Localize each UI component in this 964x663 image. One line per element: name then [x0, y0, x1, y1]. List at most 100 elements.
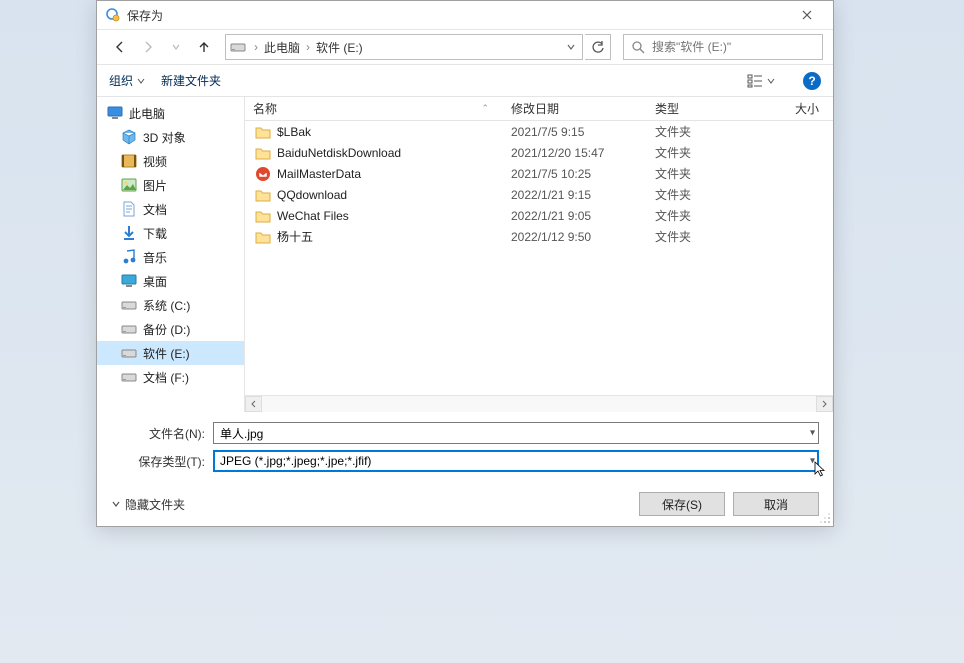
- filetype-select[interactable]: [213, 450, 819, 472]
- breadcrumb-segment[interactable]: 软件 (E:): [314, 39, 365, 56]
- tree-item-label: 文档: [143, 201, 167, 218]
- hide-folders-toggle[interactable]: 隐藏文件夹: [111, 496, 185, 513]
- address-dropdown-icon[interactable]: [562, 42, 580, 52]
- view-list-icon: [747, 74, 765, 88]
- drive-icon: [121, 345, 137, 361]
- mail-folder-icon: [255, 166, 271, 182]
- app-icon: [105, 7, 121, 23]
- forward-button[interactable]: [135, 34, 161, 60]
- search-input[interactable]: [652, 40, 816, 54]
- tree-item-label: 此电脑: [129, 105, 165, 122]
- file-name: MailMasterData: [277, 167, 503, 181]
- file-row[interactable]: 杨十五2022/1/12 9:50文件夹: [245, 226, 833, 247]
- file-type: 文件夹: [647, 186, 751, 203]
- tree-item-label: 文档 (F:): [143, 369, 189, 386]
- file-name: QQdownload: [277, 188, 503, 202]
- file-row[interactable]: BaiduNetdiskDownload2021/12/20 15:47文件夹: [245, 142, 833, 163]
- filetype-label: 保存类型(T):: [111, 453, 205, 470]
- refresh-button[interactable]: [585, 34, 611, 60]
- file-date: 2021/7/5 10:25: [503, 167, 647, 181]
- tree-item[interactable]: 系统 (C:): [97, 293, 244, 317]
- chevron-down-icon: [767, 77, 775, 85]
- file-name: BaiduNetdiskDownload: [277, 146, 503, 160]
- tree-item[interactable]: 文档 (F:): [97, 365, 244, 389]
- column-header-size[interactable]: 大小: [751, 100, 833, 117]
- file-row[interactable]: QQdownload2022/1/21 9:15文件夹: [245, 184, 833, 205]
- folder-icon: [255, 188, 271, 202]
- file-row[interactable]: WeChat Files2022/1/21 9:05文件夹: [245, 205, 833, 226]
- file-date: 2022/1/21 9:15: [503, 188, 647, 202]
- column-header-type[interactable]: 类型: [647, 100, 751, 117]
- tree-item[interactable]: 音乐: [97, 245, 244, 269]
- file-date: 2021/12/20 15:47: [503, 146, 647, 160]
- folder-icon: [255, 125, 271, 139]
- column-header-name[interactable]: 名称 ⌃: [245, 100, 503, 117]
- tree-item-label: 3D 对象: [143, 129, 186, 146]
- view-mode-button[interactable]: [747, 74, 775, 88]
- file-date: 2022/1/21 9:05: [503, 209, 647, 223]
- tree-item[interactable]: 软件 (E:): [97, 341, 244, 365]
- close-button[interactable]: [784, 3, 829, 27]
- new-folder-label: 新建文件夹: [161, 72, 221, 89]
- folder-icon: [255, 209, 271, 223]
- file-list: 名称 ⌃ 修改日期 类型 大小 $LBak2021/7/5 9:15文件夹Bai…: [245, 97, 833, 412]
- search-box[interactable]: [623, 34, 823, 60]
- file-name: $LBak: [277, 125, 503, 139]
- file-row[interactable]: $LBak2021/7/5 9:15文件夹: [245, 121, 833, 142]
- chevron-right-icon: ›: [252, 40, 260, 54]
- resize-grip-icon[interactable]: [819, 512, 831, 524]
- column-headers[interactable]: 名称 ⌃ 修改日期 类型 大小: [245, 97, 833, 121]
- file-row[interactable]: MailMasterData2021/7/5 10:25文件夹: [245, 163, 833, 184]
- help-button[interactable]: ?: [803, 72, 821, 90]
- drive-icon: [121, 297, 137, 313]
- tree-root-this-pc[interactable]: 此电脑: [97, 101, 244, 125]
- chevron-down-icon: [111, 499, 121, 509]
- file-list-body[interactable]: $LBak2021/7/5 9:15文件夹BaiduNetdiskDownloa…: [245, 121, 833, 395]
- navigation-bar: › 此电脑 › 软件 (E:): [97, 29, 833, 65]
- column-header-date[interactable]: 修改日期: [503, 100, 647, 117]
- hide-folders-label: 隐藏文件夹: [125, 496, 185, 513]
- tree-item-label: 视频: [143, 153, 167, 170]
- tree-item-label: 软件 (E:): [143, 345, 190, 362]
- tree-item-label: 系统 (C:): [143, 297, 190, 314]
- scroll-right-button[interactable]: [816, 396, 833, 412]
- breadcrumb-segment[interactable]: 此电脑: [262, 39, 302, 56]
- scroll-left-button[interactable]: [245, 396, 262, 412]
- recent-dropdown[interactable]: [163, 34, 189, 60]
- pc-icon: [107, 105, 123, 121]
- new-folder-button[interactable]: 新建文件夹: [161, 72, 221, 89]
- tree-item[interactable]: 下载: [97, 221, 244, 245]
- organize-menu[interactable]: 组织: [109, 72, 145, 89]
- address-bar[interactable]: › 此电脑 › 软件 (E:): [225, 34, 583, 60]
- filename-label: 文件名(N):: [111, 425, 205, 442]
- file-type: 文件夹: [647, 123, 751, 140]
- up-button[interactable]: [191, 34, 217, 60]
- save-button[interactable]: 保存(S): [639, 492, 725, 516]
- tree-item[interactable]: 视频: [97, 149, 244, 173]
- file-type: 文件夹: [647, 228, 751, 245]
- tree-item[interactable]: 备份 (D:): [97, 317, 244, 341]
- file-date: 2022/1/12 9:50: [503, 230, 647, 244]
- file-type: 文件夹: [647, 144, 751, 161]
- filename-input[interactable]: [213, 422, 819, 444]
- file-name: WeChat Files: [277, 209, 503, 223]
- picture-icon: [121, 177, 137, 193]
- back-button[interactable]: [107, 34, 133, 60]
- download-icon: [121, 225, 137, 241]
- sort-indicator-icon: ⌃: [481, 103, 489, 114]
- titlebar: 保存为: [97, 1, 833, 29]
- file-type: 文件夹: [647, 165, 751, 182]
- tree-item[interactable]: 图片: [97, 173, 244, 197]
- horizontal-scrollbar[interactable]: [245, 395, 833, 412]
- chevron-down-icon: [137, 77, 145, 85]
- tree-item[interactable]: 桌面: [97, 269, 244, 293]
- address-path: › 此电脑 › 软件 (E:): [252, 39, 562, 56]
- tree-item[interactable]: 3D 对象: [97, 125, 244, 149]
- nav-tree[interactable]: 此电脑 3D 对象视频图片文档下载音乐桌面系统 (C:) 备份 (D:) 软件 (E…: [97, 97, 245, 412]
- tree-item[interactable]: 文档: [97, 197, 244, 221]
- cancel-button[interactable]: 取消: [733, 492, 819, 516]
- drive-icon: [121, 369, 137, 385]
- file-date: 2021/7/5 9:15: [503, 125, 647, 139]
- body: 此电脑 3D 对象视频图片文档下载音乐桌面系统 (C:) 备份 (D:) 软件 (E…: [97, 97, 833, 412]
- cube-icon: [121, 129, 137, 145]
